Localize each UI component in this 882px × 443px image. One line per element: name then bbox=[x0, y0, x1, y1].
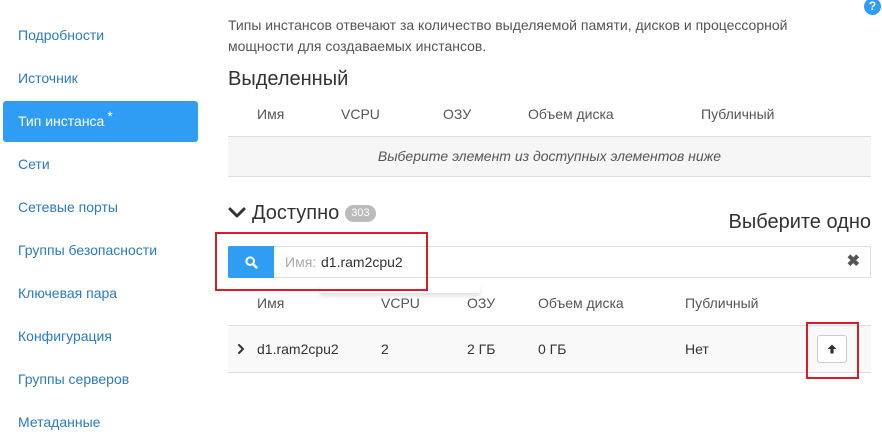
col-disk: Объем диска bbox=[538, 295, 624, 311]
wizard-sidebar: Подробности Источник Тип инстанса * Сети … bbox=[0, 0, 200, 443]
nav-item-security-groups[interactable]: Группы безопасности bbox=[3, 230, 198, 271]
row-ram: 2 ГБ bbox=[467, 341, 496, 357]
col-name: Имя bbox=[257, 106, 285, 122]
nav-item-flavor[interactable]: Тип инстанса * bbox=[3, 101, 198, 142]
col-public: Публичный bbox=[685, 295, 759, 311]
nav-item-server-groups[interactable]: Группы серверов bbox=[3, 359, 198, 400]
allocated-empty-message: Выберите элемент из доступных элементов … bbox=[228, 136, 871, 177]
chevron-down-icon bbox=[228, 207, 246, 218]
row-name: d1.ram2cpu2 bbox=[257, 341, 339, 357]
nav-item-source[interactable]: Источник bbox=[3, 58, 198, 99]
col-disk: Объем диска bbox=[528, 106, 614, 122]
allocated-table-header: Имя VCPU ОЗУ Объем диска Публичный bbox=[228, 94, 871, 134]
step-description: Типы инстансов отвечают за количество вы… bbox=[228, 17, 788, 54]
highlight-box-search bbox=[215, 232, 428, 291]
highlight-box-allocate bbox=[806, 322, 859, 379]
col-public: Публичный bbox=[701, 106, 775, 122]
chevron-right-icon[interactable] bbox=[236, 343, 246, 355]
table-row: d1.ram2cpu2 2 2 ГБ 0 ГБ Нет bbox=[228, 325, 871, 373]
flavor-step-panel: Типы инстансов отвечают за количество вы… bbox=[228, 0, 871, 443]
nav-item-metadata[interactable]: Метаданные bbox=[3, 402, 198, 443]
row-public: Нет bbox=[685, 341, 709, 357]
allocated-title: Выделенный bbox=[228, 68, 349, 90]
nav-item-networks[interactable]: Сети bbox=[3, 144, 198, 185]
choose-one-hint: Выберите одно bbox=[728, 211, 872, 233]
available-header[interactable]: Доступно 303 bbox=[228, 199, 376, 227]
required-mark: * bbox=[107, 108, 113, 124]
col-vcpu: VCPU bbox=[341, 106, 380, 122]
nav-item-network-ports[interactable]: Сетевые порты bbox=[3, 187, 198, 228]
nav-item-details[interactable]: Подробности bbox=[3, 15, 198, 56]
row-disk: 0 ГБ bbox=[538, 341, 567, 357]
nav-item-flavor-label: Тип инстанса bbox=[18, 113, 105, 129]
clear-search-icon[interactable]: ✖ bbox=[847, 247, 860, 277]
available-title: Доступно bbox=[252, 201, 340, 224]
row-vcpu: 2 bbox=[381, 341, 389, 357]
col-ram: ОЗУ bbox=[467, 295, 496, 311]
available-count-badge: 303 bbox=[345, 204, 376, 222]
nav-item-key-pair[interactable]: Ключевая пара bbox=[3, 273, 198, 314]
nav-item-configuration[interactable]: Конфигурация bbox=[3, 316, 198, 357]
col-ram: ОЗУ bbox=[443, 106, 472, 122]
